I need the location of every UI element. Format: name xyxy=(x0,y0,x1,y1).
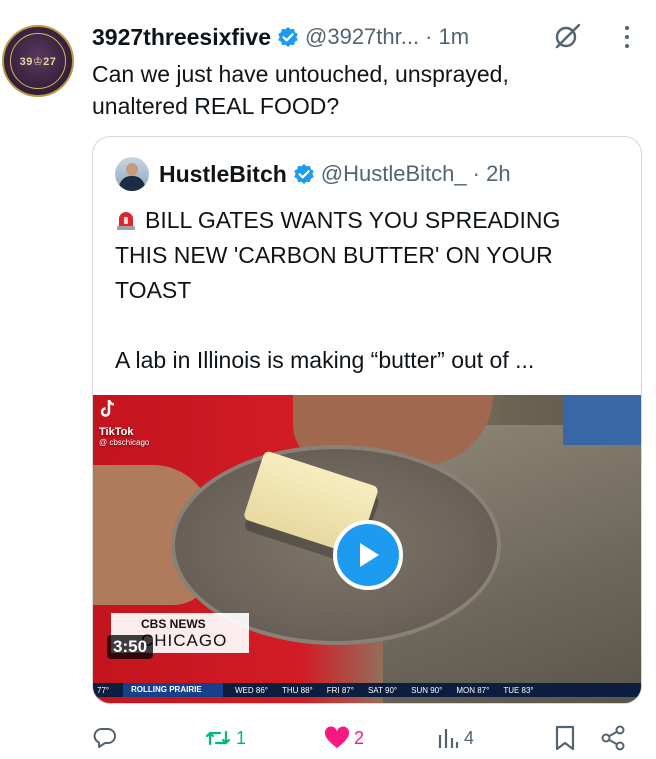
quoted-tweet-text: BILL GATES WANTS YOU SPREADING THIS NEW … xyxy=(115,203,635,378)
share-icon xyxy=(601,725,625,751)
author-avatar[interactable]: 39♔27 xyxy=(2,25,74,97)
share-button[interactable] xyxy=(600,722,626,754)
avatar-ring: 39♔27 xyxy=(10,33,66,89)
tweet-actions: 1 2 4 xyxy=(92,722,632,754)
quoted-author-name[interactable]: HustleBitch xyxy=(159,161,287,188)
news-brand: CBS NEWS xyxy=(141,617,206,631)
tweet-text: Can we just have untouched, unsprayed, u… xyxy=(92,58,632,122)
quoted-tweet-time[interactable]: · 2h xyxy=(473,161,511,187)
play-icon xyxy=(360,543,379,567)
repost-button[interactable]: 1 xyxy=(204,722,246,754)
ticker-day: THU 88° xyxy=(281,685,313,695)
tiktok-watermark: TikTok @ cbschicago xyxy=(99,399,149,447)
ticker-day: SUN 90° xyxy=(411,685,443,695)
tweet-time[interactable]: · 1m xyxy=(425,24,469,50)
play-button[interactable] xyxy=(333,520,403,590)
ticker-day: MON 87° xyxy=(456,685,490,695)
tweet-header: 3927threesixfive @3927thr... · 1m xyxy=(92,20,469,54)
heart-icon xyxy=(324,726,350,748)
ticker-day: TUE 83° xyxy=(503,685,534,695)
views-icon xyxy=(438,729,459,748)
repost-icon xyxy=(205,730,231,746)
quoted-headline-line: THIS NEW 'CARBON BUTTER' ON YOUR xyxy=(115,242,553,268)
ticker-day: SAT 90° xyxy=(367,685,398,695)
bookmark-button[interactable] xyxy=(554,722,576,754)
views-count: 4 xyxy=(464,727,475,748)
ticker-day: FRI 87° xyxy=(326,685,354,695)
video-duration: 3:50 xyxy=(107,635,154,659)
like-count: 2 xyxy=(354,727,365,748)
tweet-text-line: unaltered REAL FOOD? xyxy=(92,93,340,119)
ticker-day: WED 86° xyxy=(235,685,268,695)
video-thumbnail[interactable]: TikTok @ cbschicago CBS NEWS CHICAGO 3:5… xyxy=(93,395,641,703)
quoted-headline-line: BILL GATES WANTS YOU SPREADING xyxy=(145,207,561,233)
verified-badge-icon[interactable] xyxy=(293,163,315,185)
reply-icon xyxy=(93,728,116,748)
quoted-tweet-card[interactable]: HustleBitch @HustleBitch_ · 2h BILL GATE… xyxy=(92,136,642,704)
tweet-text-line: Can we just have untouched, unsprayed, xyxy=(92,61,509,87)
ticker-city: ROLLING PRAIRIE xyxy=(123,683,223,697)
weather-ticker: 77° ROLLING PRAIRIE WED 86° THU 88° FRI … xyxy=(93,683,641,697)
tiktok-icon xyxy=(100,399,115,417)
verified-badge-icon[interactable] xyxy=(277,26,299,48)
bookmark-icon xyxy=(555,725,575,751)
quoted-author-handle[interactable]: @HustleBitch_ xyxy=(321,161,467,187)
grok-icon[interactable] xyxy=(552,21,582,56)
tiktok-handle: @ cbschicago xyxy=(99,438,150,447)
quoted-body-line: A lab in Illinois is making “butter” out… xyxy=(115,347,535,373)
reply-button[interactable] xyxy=(92,722,118,754)
quoted-tweet-header: HustleBitch @HustleBitch_ · 2h xyxy=(115,157,511,191)
news-city: CHICAGO xyxy=(141,631,228,650)
more-options-icon[interactable] xyxy=(620,24,634,55)
like-button[interactable]: 2 xyxy=(324,722,364,754)
quoted-author-avatar[interactable] xyxy=(115,157,149,191)
avatar-logo: 39♔27 xyxy=(19,55,57,68)
views-button[interactable]: 4 xyxy=(436,722,474,754)
ticker-temp: 77° xyxy=(97,685,110,695)
quoted-headline-line: TOAST xyxy=(115,277,192,303)
tiktok-label: TikTok xyxy=(99,426,134,438)
author-handle[interactable]: @3927thr... xyxy=(305,24,419,50)
ticker-forecast: WED 86° THU 88° FRI 87° SAT 90° SUN 90° … xyxy=(223,686,534,695)
repost-count: 1 xyxy=(236,727,247,748)
author-name[interactable]: 3927threesixfive xyxy=(92,24,271,51)
background-object xyxy=(563,395,641,445)
siren-icon xyxy=(115,206,137,230)
